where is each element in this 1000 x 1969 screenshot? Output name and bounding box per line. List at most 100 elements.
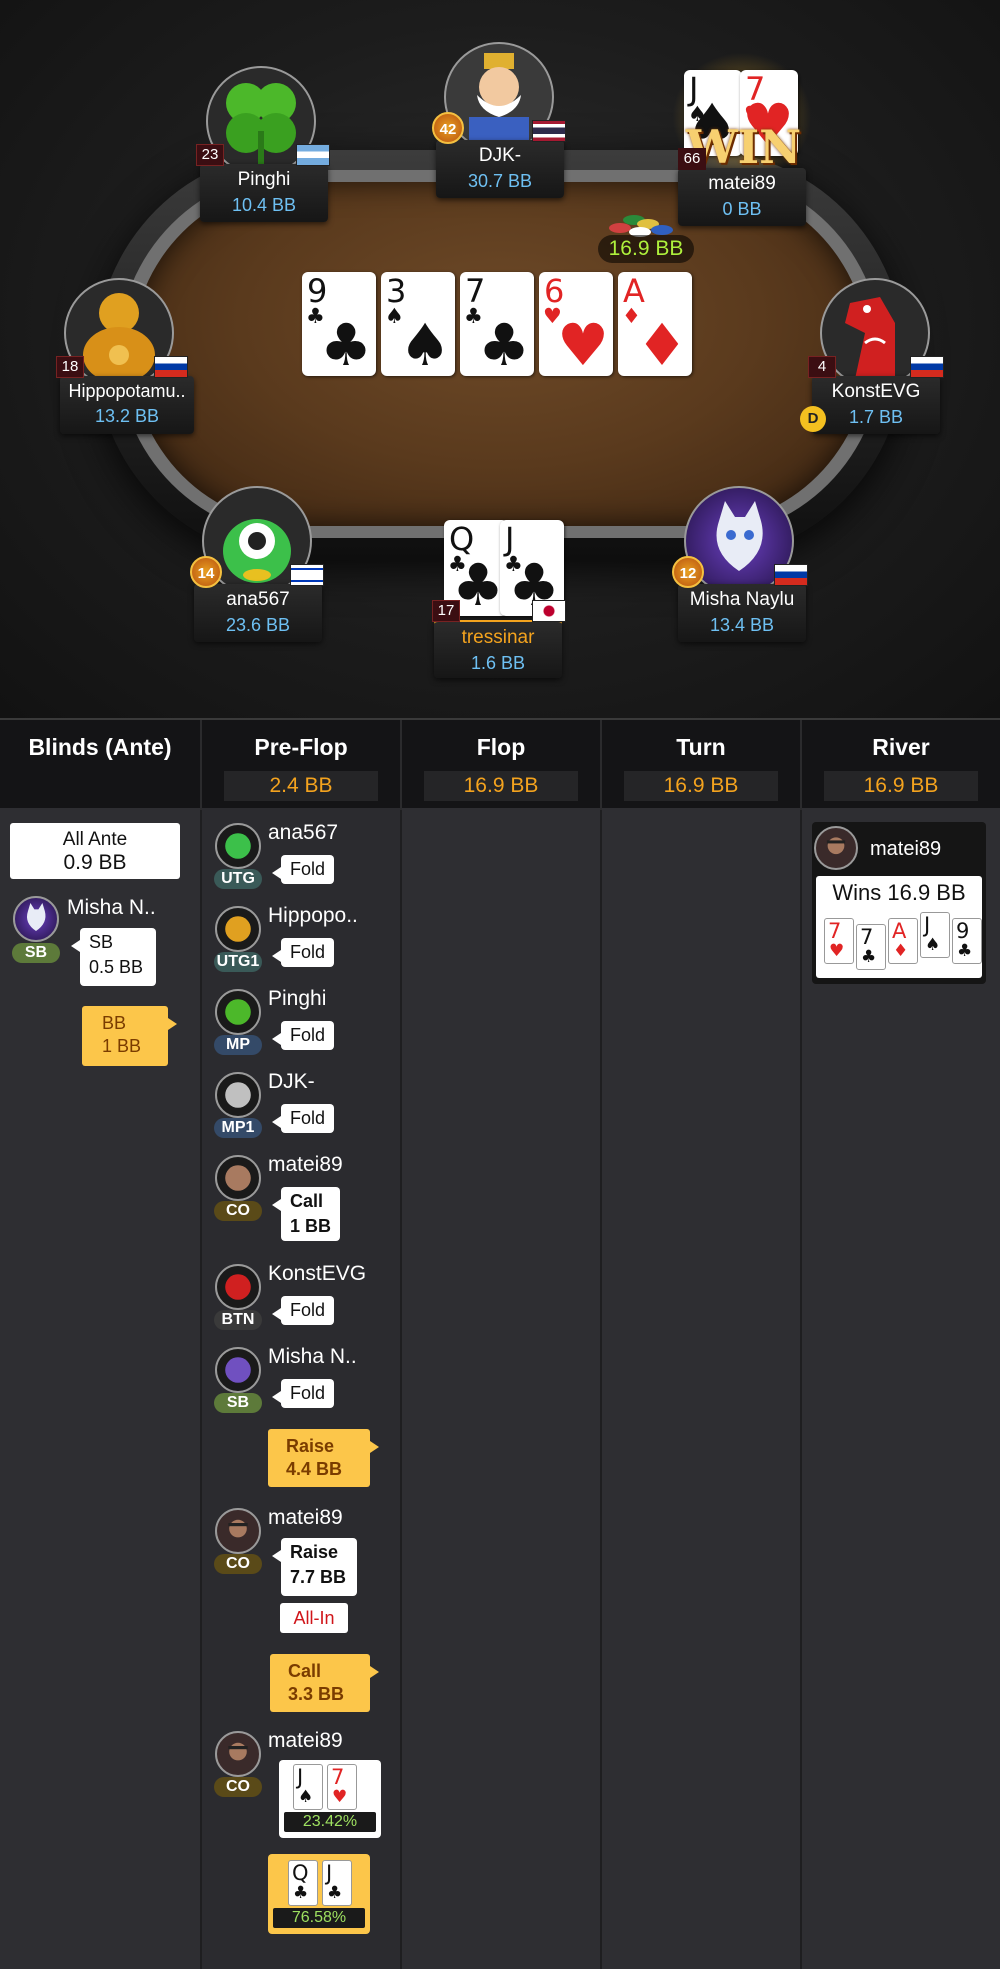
player-name: matei89 — [870, 838, 942, 860]
playing-card: 9 ♣ — [952, 918, 982, 964]
playing-card: A ♦ — [888, 918, 918, 964]
card-rank: A — [623, 272, 645, 310]
action-amount: 1 BB — [290, 1216, 332, 1236]
playing-card: 3 ♠ ♠ — [381, 272, 455, 376]
player-avatar — [215, 1508, 261, 1554]
player-name: matei89 — [708, 173, 776, 194]
player-name: Hippopotamu.. — [68, 381, 186, 401]
sb-value: 0.5 BB — [89, 957, 144, 977]
nameplate: ana567 23.6 BB — [194, 584, 322, 642]
position-badge: CO — [214, 1554, 262, 1574]
action-label: Call — [290, 1191, 324, 1211]
header-title: Pre-Flop — [254, 734, 348, 760]
header-title: River — [872, 734, 930, 760]
card-rank: 7 — [860, 925, 874, 949]
playing-card: J ♠ — [920, 912, 950, 958]
ante-value: 0.9 BB — [63, 851, 127, 874]
all-in-tag: All-In — [280, 1603, 348, 1633]
header-title: Flop — [476, 734, 526, 760]
winner-box: matei89 Wins 16.9 BB 7 ♥ 7 ♣ A ♦ J ♠ 9 ♣ — [812, 822, 986, 984]
seat-tressinar[interactable]: Q ♣ ♣ J ♣ ♣ tressinar 1.6 BB 17 — [420, 520, 580, 680]
card-rank: 7 — [331, 1765, 345, 1789]
position-badge: UTG — [214, 869, 262, 889]
seat-ana567[interactable]: ana567 23.6 BB 14 — [190, 486, 340, 646]
player-name: Hippopo.. — [268, 904, 358, 927]
header-turn[interactable]: Turn 16.9 BB — [600, 720, 800, 810]
thailand-flag-icon — [532, 120, 566, 142]
playing-card: 6 ♥ ♥ — [539, 272, 613, 376]
action-label: Fold — [290, 1300, 326, 1320]
ante-box: All Ante 0.9 BB — [10, 823, 180, 879]
card-suit-icon: ♣ — [327, 1883, 343, 1903]
level-badge: 4 — [808, 356, 836, 378]
playing-card: 7 ♥ — [327, 1764, 357, 1810]
nameplate: KonstEVG 1.7 BB — [812, 376, 940, 434]
argentina-flag-icon — [296, 144, 330, 166]
card-rank: 7 — [465, 272, 486, 310]
action-amount: 7.7 BB — [290, 1567, 347, 1587]
card-rank: 6 — [544, 272, 565, 310]
player-avatar — [215, 1731, 261, 1777]
villain-showdown-box: J ♠ 7 ♥ 23.42% — [279, 1760, 381, 1838]
position-badge: SB — [214, 1393, 262, 1413]
card-suit-icon: ♠ — [925, 935, 941, 955]
card-suit-icon: ♦ — [893, 941, 909, 961]
player-name: Pinghi — [237, 169, 291, 190]
seat-matei89[interactable]: J ♠ ♠ 7 ♥ ♥ WIN matei89 0 BB 66 — [672, 52, 822, 226]
seat-djk[interactable]: DJK- 30.7 BB 42 — [432, 42, 572, 202]
poker-table-view: 16.9 BB 9 ♣ ♣ 3 ♠ ♠ 7 ♣ ♣ 6 ♥ ♥ A ♦ ♦ Pinghi 10.4 BB 2… — [0, 0, 1000, 718]
player-avatar — [215, 1347, 261, 1393]
russia-flag-icon — [154, 356, 188, 378]
player-name: Misha Naylu — [689, 589, 795, 610]
hero-call-bubble: Call 3.3 BB — [270, 1654, 379, 1712]
header-blinds[interactable]: Blinds (Ante) — [0, 720, 200, 810]
sb-label: SB — [89, 932, 114, 952]
player-stack: 10.4 BB — [231, 195, 297, 215]
nameplate: matei89 0 BB — [678, 168, 806, 226]
action-label: Fold — [290, 1383, 326, 1403]
winner-result-box: Wins 16.9 BB 7 ♥ 7 ♣ A ♦ J ♠ 9 ♣ — [816, 876, 982, 978]
action-bubble: Fold — [271, 1296, 335, 1325]
header-flop[interactable]: Flop 16.9 BB — [400, 720, 600, 810]
player-name: ana567 — [268, 821, 339, 844]
player-name: tressinar — [461, 627, 535, 648]
action-bubble: Fold — [271, 855, 335, 884]
player-name: Pinghi — [268, 987, 327, 1010]
sb-bubble: SB 0.5 BB — [71, 928, 156, 986]
card-suit-icon: ♥ — [829, 941, 845, 961]
bb-bubble: BB 1 BB — [82, 1006, 177, 1066]
player-stack: 0 BB — [722, 199, 762, 219]
ante-label: All Ante — [62, 829, 128, 850]
seat-hippopotamu[interactable]: Hippopotamu.. 13.2 BB 18 — [56, 278, 206, 438]
card-suit-icon: ♣ — [293, 1883, 309, 1903]
player-avatar — [215, 823, 261, 869]
seat-konstevg[interactable]: KonstEVG 1.7 BB 4 D — [800, 278, 950, 438]
playing-card: 7 ♣ — [856, 924, 886, 970]
player-name: DJK- — [478, 145, 522, 166]
player-stack: 13.2 BB — [94, 406, 160, 426]
player-avatar — [215, 1264, 261, 1310]
card-suit-icon: ♠ — [399, 311, 451, 379]
card-suit-icon: ♠ — [298, 1787, 314, 1807]
header-preflop[interactable]: Pre-Flop 2.4 BB — [200, 720, 400, 810]
header-pot: 2.4 BB — [224, 771, 378, 801]
playing-card: 7 ♣ ♣ — [460, 272, 534, 376]
pot-amount: 16.9 BB — [598, 235, 694, 263]
seat-misha[interactable]: Misha Naylu 13.4 BB 12 — [672, 486, 822, 646]
action-label: Fold — [290, 1025, 326, 1045]
action-bubble: Fold — [271, 1104, 335, 1133]
winning-hand-cards: 7 ♥ 7 ♣ A ♦ J ♠ 9 ♣ — [820, 912, 982, 972]
player-stack: 13.4 BB — [709, 615, 775, 635]
player-name: matei89 — [268, 1506, 343, 1529]
level-badge: 23 — [196, 144, 224, 166]
player-avatar — [215, 989, 261, 1035]
reraise-bubble: Raise 7.7 BB — [272, 1538, 357, 1596]
card-suit-icon: ♣ — [320, 311, 372, 379]
header-river[interactable]: River 16.9 BB — [800, 720, 1000, 810]
header-title: Turn — [676, 734, 726, 760]
israel-flag-icon — [290, 564, 324, 586]
header-pot: 16.9 BB — [624, 771, 778, 801]
card-rank: A — [892, 919, 907, 943]
action-amount: 3.3 BB — [288, 1683, 345, 1704]
seat-pinghi[interactable]: Pinghi 10.4 BB 23 — [196, 66, 336, 226]
